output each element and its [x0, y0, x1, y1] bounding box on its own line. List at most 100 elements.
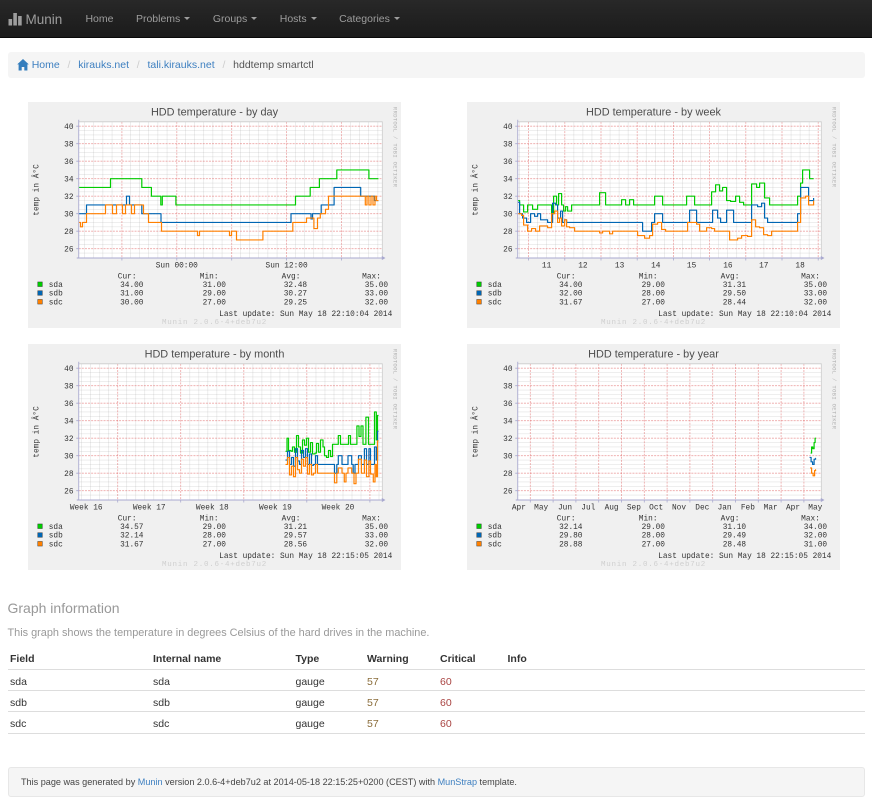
- svg-text:HDD temperature - by year: HDD temperature - by year: [589, 348, 720, 360]
- svg-text:32.48: 32.48: [283, 281, 307, 289]
- svg-text:Jul: Jul: [582, 504, 596, 512]
- svg-text:28: 28: [504, 228, 514, 236]
- svg-text:sdc: sdc: [48, 299, 62, 307]
- svg-text:28: 28: [64, 471, 74, 479]
- svg-text:Aug: Aug: [605, 504, 619, 512]
- svg-text:Max:: Max:: [362, 273, 381, 281]
- svg-text:31.67: 31.67: [559, 299, 583, 307]
- svg-text:28.88: 28.88: [559, 541, 583, 549]
- svg-text:temp in Â°C: temp in Â°C: [32, 163, 41, 215]
- svg-text:Last update: Sun May 18 22:10:: Last update: Sun May 18 22:10:04 2014: [659, 311, 832, 319]
- svg-text:31.00: 31.00: [804, 541, 828, 549]
- svg-text:32: 32: [64, 193, 74, 201]
- svg-text:32: 32: [504, 436, 514, 444]
- svg-text:Sep: Sep: [627, 504, 641, 512]
- svg-text:36: 36: [64, 158, 74, 166]
- svg-text:34.57: 34.57: [120, 524, 144, 532]
- svg-text:Mar: Mar: [764, 504, 778, 512]
- svg-text:Jun: Jun: [558, 504, 572, 512]
- svg-text:sdb: sdb: [488, 533, 502, 541]
- svg-text:32.14: 32.14: [120, 533, 144, 541]
- svg-text:Max:: Max:: [802, 273, 821, 281]
- svg-text:32.14: 32.14: [559, 524, 583, 532]
- svg-text:11: 11: [542, 262, 552, 270]
- svg-text:29.49: 29.49: [723, 533, 747, 541]
- svg-text:sdb: sdb: [488, 290, 502, 298]
- svg-text:13: 13: [615, 262, 625, 270]
- svg-text:sdb: sdb: [48, 533, 62, 541]
- svg-text:15: 15: [687, 262, 697, 270]
- svg-text:31.00: 31.00: [202, 281, 226, 289]
- svg-text:30: 30: [504, 453, 514, 461]
- svg-text:26: 26: [64, 488, 74, 496]
- svg-text:Last update: Sun May 18 22:15:: Last update: Sun May 18 22:15:05 2014: [659, 553, 832, 561]
- svg-text:Jan: Jan: [718, 504, 732, 512]
- svg-text:Cur:: Cur:: [117, 516, 136, 524]
- svg-text:31.31: 31.31: [723, 281, 747, 289]
- svg-text:Nov: Nov: [672, 504, 686, 512]
- svg-text:Avg:: Avg:: [281, 516, 300, 524]
- svg-text:Min:: Min:: [199, 516, 218, 524]
- svg-text:28.44: 28.44: [723, 299, 747, 307]
- svg-text:Munin 2.0.6-4+deb7u2: Munin 2.0.6-4+deb7u2: [161, 561, 266, 569]
- svg-text:temp in Â°C: temp in Â°C: [472, 406, 481, 458]
- svg-text:34.00: 34.00: [120, 281, 144, 289]
- svg-text:28: 28: [504, 471, 514, 479]
- svg-text:34: 34: [504, 176, 514, 184]
- svg-text:31.10: 31.10: [723, 524, 747, 532]
- svg-text:32: 32: [504, 193, 514, 201]
- svg-text:28.00: 28.00: [642, 290, 666, 298]
- svg-text:Max:: Max:: [362, 516, 381, 524]
- svg-text:38: 38: [64, 383, 74, 391]
- svg-text:31.21: 31.21: [283, 524, 307, 532]
- svg-text:sda: sda: [48, 281, 62, 289]
- svg-text:30.00: 30.00: [120, 299, 144, 307]
- svg-text:36: 36: [64, 401, 74, 409]
- svg-text:27.00: 27.00: [202, 299, 226, 307]
- svg-text:18: 18: [796, 262, 806, 270]
- svg-text:Cur:: Cur:: [557, 516, 576, 524]
- svg-text:sda: sda: [48, 524, 62, 532]
- svg-text:temp in Â°C: temp in Â°C: [472, 163, 481, 215]
- svg-text:26: 26: [504, 488, 514, 496]
- svg-text:14: 14: [652, 262, 662, 270]
- svg-text:40: 40: [64, 123, 74, 131]
- svg-text:sda: sda: [488, 281, 502, 289]
- svg-text:40: 40: [504, 123, 514, 131]
- svg-text:RRDTOOL / TOBI OETIKER: RRDTOOL / TOBI OETIKER: [831, 106, 838, 187]
- svg-text:sdc: sdc: [48, 541, 62, 549]
- svg-text:29.50: 29.50: [723, 290, 747, 298]
- svg-text:40: 40: [504, 366, 514, 374]
- svg-text:HDD temperature - by week: HDD temperature - by week: [586, 106, 722, 118]
- svg-text:Avg:: Avg:: [721, 516, 740, 524]
- svg-text:Apr: Apr: [786, 504, 800, 512]
- svg-text:38: 38: [504, 383, 514, 391]
- svg-text:28.00: 28.00: [202, 533, 226, 541]
- svg-text:31.00: 31.00: [120, 290, 144, 298]
- svg-text:HDD temperature - by day: HDD temperature - by day: [150, 106, 278, 118]
- svg-text:35.00: 35.00: [364, 524, 388, 532]
- svg-text:35.00: 35.00: [804, 281, 828, 289]
- svg-text:28: 28: [64, 228, 74, 236]
- svg-text:30: 30: [64, 211, 74, 219]
- svg-text:32: 32: [64, 436, 74, 444]
- svg-text:Max:: Max:: [802, 516, 821, 524]
- svg-text:Munin 2.0.6-4+deb7u2: Munin 2.0.6-4+deb7u2: [601, 561, 706, 569]
- svg-text:29.25: 29.25: [283, 299, 307, 307]
- svg-text:33.00: 33.00: [804, 290, 828, 298]
- svg-text:Min:: Min:: [639, 516, 658, 524]
- svg-text:29.00: 29.00: [642, 281, 666, 289]
- svg-text:Last update: Sun May 18 22:10:: Last update: Sun May 18 22:10:04 2014: [219, 311, 392, 319]
- svg-text:26: 26: [504, 246, 514, 254]
- svg-text:36: 36: [504, 158, 514, 166]
- svg-text:RRDTOOL / TOBI OETIKER: RRDTOOL / TOBI OETIKER: [391, 106, 398, 187]
- svg-text:34.00: 34.00: [559, 281, 583, 289]
- svg-text:33.00: 33.00: [364, 290, 388, 298]
- svg-text:HDD temperature - by month: HDD temperature - by month: [144, 348, 284, 360]
- svg-text:Min:: Min:: [639, 273, 658, 281]
- svg-text:Last update: Sun May 18 22:15:: Last update: Sun May 18 22:15:05 2014: [219, 553, 392, 561]
- svg-text:28.48: 28.48: [723, 541, 747, 549]
- svg-text:40: 40: [64, 366, 74, 374]
- svg-text:Avg:: Avg:: [281, 273, 300, 281]
- svg-text:38: 38: [64, 141, 74, 149]
